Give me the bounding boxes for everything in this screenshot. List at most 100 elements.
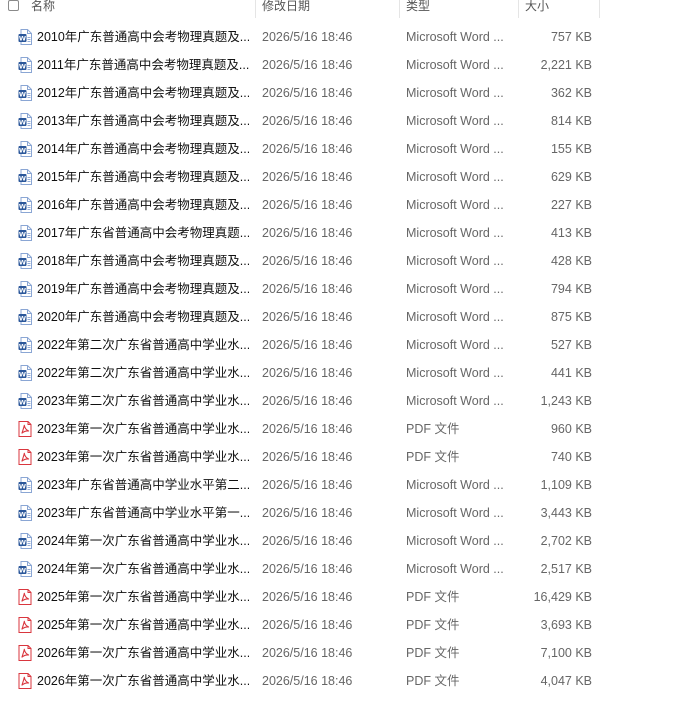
file-size: 441 KB — [550, 366, 592, 380]
file-row[interactable]: 2023年第一次广东省普通高中学业水... 2026/5/16 18:46 PDF … — [0, 443, 687, 471]
file-row[interactable]: W 2015年广东普通高中会考物理真题及... 2026/5/16 18:46 Mic… — [0, 163, 687, 191]
file-modified-date: 2026/5/16 18:46 — [262, 310, 353, 324]
pdf-icon — [18, 673, 32, 689]
file-size: 2,221 KB — [540, 58, 592, 72]
file-name: 2018年广东普通高中会考物理真题及... — [37, 254, 249, 268]
word-doc-icon: W — [18, 505, 32, 521]
file-row[interactable]: 2026年第一次广东省普通高中学业水... 2026/5/16 18:46 PDF … — [0, 639, 687, 667]
word-doc-icon: W — [18, 197, 32, 213]
file-type: Microsoft Word ... — [406, 562, 504, 576]
file-row[interactable]: 2023年第一次广东省普通高中学业水... 2026/5/16 18:46 PDF … — [0, 415, 687, 443]
file-size: 2,702 KB — [540, 534, 592, 548]
svg-text:W: W — [19, 315, 26, 323]
file-modified-date: 2026/5/16 18:46 — [262, 170, 353, 184]
file-modified-date: 2026/5/16 18:46 — [262, 506, 353, 520]
file-type: Microsoft Word ... — [406, 478, 504, 492]
column-type-header[interactable]: 类型 — [406, 0, 430, 18]
column-divider[interactable] — [518, 0, 519, 18]
file-type: PDF 文件 — [406, 450, 460, 464]
file-row[interactable]: W 2016年广东普通高中会考物理真题及... 2026/5/16 18:46 Mic… — [0, 191, 687, 219]
file-row[interactable]: W 2024年第一次广东省普通高中学业水... 2026/5/16 18:46 Mic… — [0, 555, 687, 583]
file-size: 3,693 KB — [540, 618, 592, 632]
file-row[interactable]: W 2022年第二次广东省普通高中学业水... 2026/5/16 18:46 Mic… — [0, 331, 687, 359]
file-name: 2011年广东普通高中会考物理真题及... — [37, 58, 249, 72]
column-divider[interactable] — [599, 0, 600, 18]
file-type: Microsoft Word ... — [406, 338, 504, 352]
file-row[interactable]: W 2017年广东省普通高中会考物理真题... 2026/5/16 18:46 Mic… — [0, 219, 687, 247]
svg-text:W: W — [19, 343, 26, 351]
file-type: PDF 文件 — [406, 674, 460, 688]
column-name-header[interactable]: 名称 — [31, 0, 55, 18]
file-modified-date: 2026/5/16 18:46 — [262, 562, 353, 576]
file-row[interactable]: 2026年第一次广东省普通高中学业水... 2026/5/16 18:46 PDF … — [0, 667, 687, 695]
file-size: 960 KB — [550, 422, 592, 436]
svg-text:W: W — [19, 175, 26, 183]
file-name: 2019年广东普通高中会考物理真题及... — [37, 282, 249, 296]
file-size: 428 KB — [550, 254, 592, 268]
file-modified-date: 2026/5/16 18:46 — [262, 618, 353, 632]
file-size: 740 KB — [550, 450, 592, 464]
file-size: 362 KB — [550, 86, 592, 100]
file-row[interactable]: W 2024年第一次广东省普通高中学业水... 2026/5/16 18:46 Mic… — [0, 527, 687, 555]
file-row[interactable]: 2025年第一次广东省普通高中学业水... 2026/5/16 18:46 PDF … — [0, 583, 687, 611]
word-doc-icon: W — [18, 533, 32, 549]
file-name: 2022年第二次广东省普通高中学业水... — [37, 366, 249, 380]
column-size-header[interactable]: 大小 — [525, 0, 549, 18]
file-modified-date: 2026/5/16 18:46 — [262, 86, 353, 100]
file-name: 2025年第一次广东省普通高中学业水... — [37, 590, 249, 604]
word-doc-icon: W — [18, 57, 32, 73]
file-name: 2024年第一次广东省普通高中学业水... — [37, 562, 249, 576]
svg-text:W: W — [19, 91, 26, 99]
svg-text:W: W — [19, 119, 26, 127]
file-type: Microsoft Word ... — [406, 506, 504, 520]
file-type: Microsoft Word ... — [406, 282, 504, 296]
file-size: 1,109 KB — [540, 478, 592, 492]
column-modified-header[interactable]: 修改日期 — [262, 0, 310, 18]
file-row[interactable]: W 2011年广东普通高中会考物理真题及... 2026/5/16 18:46 Mic… — [0, 51, 687, 79]
file-row[interactable]: W 2012年广东普通高中会考物理真题及... 2026/5/16 18:46 Mic… — [0, 79, 687, 107]
file-modified-date: 2026/5/16 18:46 — [262, 282, 353, 296]
word-doc-icon: W — [18, 477, 32, 493]
file-row[interactable]: W 2023年广东省普通高中学业水平第一... 2026/5/16 18:46 Mic… — [0, 499, 687, 527]
file-modified-date: 2026/5/16 18:46 — [262, 646, 353, 660]
file-name: 2016年广东普通高中会考物理真题及... — [37, 198, 249, 212]
pdf-icon — [18, 645, 32, 661]
file-modified-date: 2026/5/16 18:46 — [262, 366, 353, 380]
column-divider[interactable] — [399, 0, 400, 18]
file-size: 7,100 KB — [540, 646, 592, 660]
file-row[interactable]: W 2014年广东普通高中会考物理真题及... 2026/5/16 18:46 Mic… — [0, 135, 687, 163]
file-row[interactable]: W 2020年广东普通高中会考物理真题及... 2026/5/16 18:46 Mic… — [0, 303, 687, 331]
file-name: 2023年第二次广东省普通高中学业水... — [37, 394, 249, 408]
file-type: Microsoft Word ... — [406, 254, 504, 268]
file-modified-date: 2026/5/16 18:46 — [262, 450, 353, 464]
word-doc-icon: W — [18, 561, 32, 577]
file-type: PDF 文件 — [406, 618, 460, 632]
file-row[interactable]: W 2023年广东省普通高中学业水平第二... 2026/5/16 18:46 Mic… — [0, 471, 687, 499]
file-type: Microsoft Word ... — [406, 394, 504, 408]
file-type: Microsoft Word ... — [406, 310, 504, 324]
file-size: 227 KB — [550, 198, 592, 212]
column-divider[interactable] — [255, 0, 256, 18]
file-type: PDF 文件 — [406, 646, 460, 660]
file-type: Microsoft Word ... — [406, 198, 504, 212]
svg-text:W: W — [19, 35, 26, 43]
pdf-icon — [18, 449, 32, 465]
file-row[interactable]: W 2018年广东普通高中会考物理真题及... 2026/5/16 18:46 Mic… — [0, 247, 687, 275]
file-row[interactable]: W 2023年第二次广东省普通高中学业水... 2026/5/16 18:46 Mic… — [0, 387, 687, 415]
svg-text:W: W — [19, 63, 26, 71]
select-all-checkbox[interactable] — [8, 0, 19, 11]
file-size: 1,243 KB — [540, 394, 592, 408]
file-row[interactable]: W 2013年广东普通高中会考物理真题及... 2026/5/16 18:46 Mic… — [0, 107, 687, 135]
svg-text:W: W — [19, 371, 26, 379]
file-row[interactable]: W 2010年广东普通高中会考物理真题及... 2026/5/16 18:46 Mic… — [0, 23, 687, 51]
file-row[interactable]: W 2019年广东普通高中会考物理真题及... 2026/5/16 18:46 Mic… — [0, 275, 687, 303]
file-name: 2010年广东普通高中会考物理真题及... — [37, 30, 249, 44]
file-row[interactable]: 2025年第一次广东省普通高中学业水... 2026/5/16 18:46 PDF … — [0, 611, 687, 639]
file-modified-date: 2026/5/16 18:46 — [262, 226, 353, 240]
file-modified-date: 2026/5/16 18:46 — [262, 254, 353, 268]
file-name: 2014年广东普通高中会考物理真题及... — [37, 142, 249, 156]
file-size: 527 KB — [550, 338, 592, 352]
file-type: PDF 文件 — [406, 422, 460, 436]
file-row[interactable]: W 2022年第二次广东省普通高中学业水... 2026/5/16 18:46 Mic… — [0, 359, 687, 387]
svg-text:W: W — [19, 259, 26, 267]
